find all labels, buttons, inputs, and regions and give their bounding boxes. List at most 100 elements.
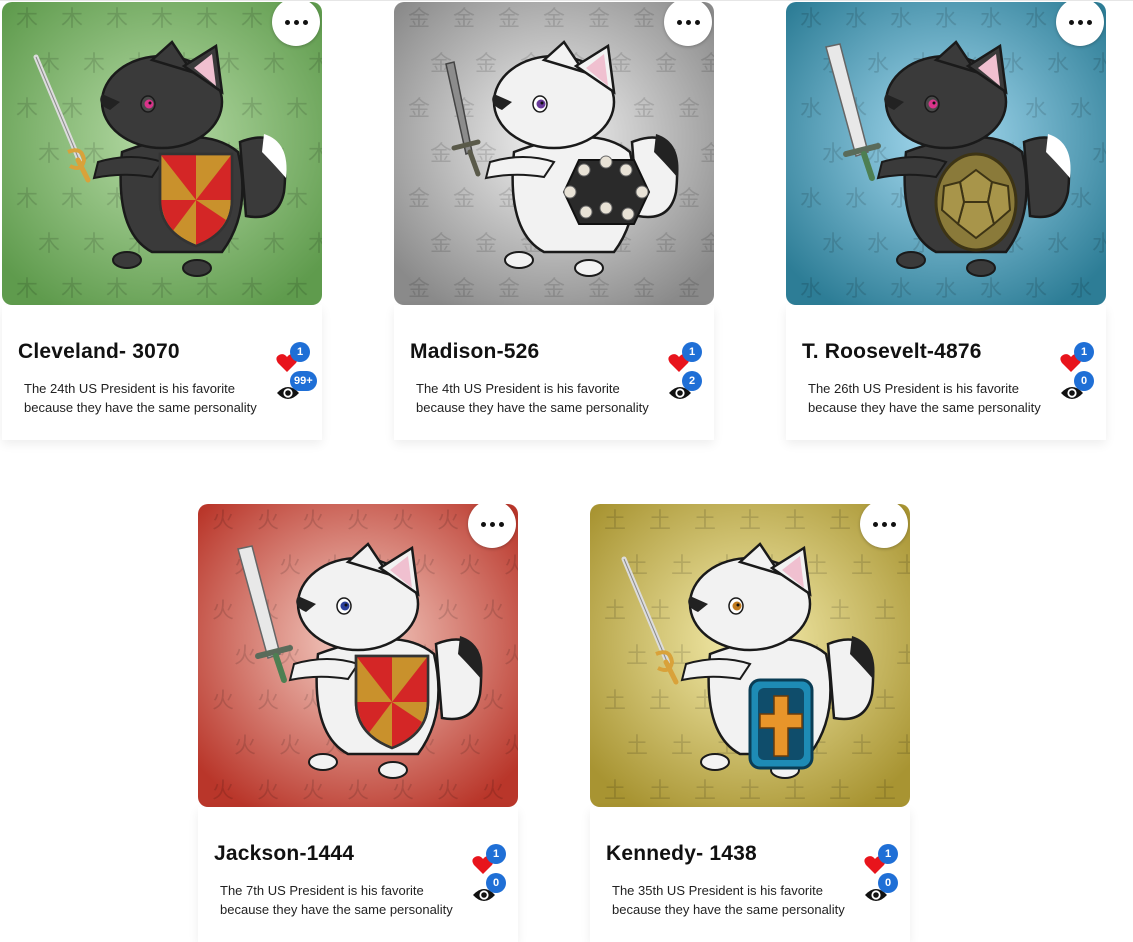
svg-text:木: 木 [241, 277, 263, 302]
card-title[interactable]: Madison-526 [410, 340, 539, 364]
svg-text:土: 土 [874, 599, 896, 624]
svg-text:木: 木 [16, 187, 38, 212]
card-details: T. Roosevelt-4876 The 26th US President i… [786, 305, 1106, 440]
svg-text:火: 火 [504, 734, 518, 759]
svg-text:土: 土 [851, 554, 873, 579]
svg-text:火: 火 [504, 644, 518, 669]
svg-text:木: 木 [308, 232, 322, 257]
card-title[interactable]: Cleveland- 3070 [18, 340, 180, 364]
card-description: The 26th US President is his favorite be… [808, 381, 1041, 415]
svg-text:土: 土 [874, 689, 896, 714]
svg-text:水: 水 [935, 7, 957, 32]
nft-card[interactable]: 金金金金金金金金金金金金金金金金金金金金金金金金金金金金金金金金金金金金金金金金… [394, 2, 714, 440]
svg-text:金: 金 [408, 277, 430, 302]
svg-text:水: 水 [800, 97, 822, 122]
nft-image[interactable]: 木木木木木木木木木木木木木木木木木木木木木木木木木木木木木木木木木木木木木木木木… [2, 2, 322, 305]
svg-text:土: 土 [784, 509, 806, 534]
svg-text:金: 金 [475, 232, 497, 257]
svg-text:火: 火 [279, 734, 301, 759]
card-title[interactable]: Kennedy- 1438 [606, 842, 757, 866]
svg-text:土: 土 [604, 599, 626, 624]
svg-text:火: 火 [234, 734, 256, 759]
svg-text:金: 金 [430, 232, 452, 257]
svg-text:火: 火 [279, 554, 301, 579]
like-count-badge: 1 [682, 342, 702, 362]
svg-text:木: 木 [263, 232, 285, 257]
svg-text:火: 火 [459, 554, 481, 579]
svg-text:金: 金 [475, 52, 497, 77]
svg-text:土: 土 [626, 644, 648, 669]
svg-text:木: 木 [308, 52, 322, 77]
cross-shield-icon [748, 678, 814, 770]
svg-text:金: 金 [655, 232, 677, 257]
nft-card[interactable]: 火火火火火火火火火火火火火火火火火火火火火火火火火火火火火火火火火火火火火火火火… [198, 504, 518, 942]
like-count-badge: 1 [486, 844, 506, 864]
svg-text:土: 土 [784, 779, 806, 804]
svg-text:火: 火 [212, 689, 234, 714]
svg-text:土: 土 [739, 779, 761, 804]
svg-text:土: 土 [829, 509, 851, 534]
svg-text:水: 水 [1002, 52, 1024, 77]
like-count-badge: 1 [290, 342, 310, 362]
svg-text:木: 木 [286, 187, 308, 212]
svg-text:土: 土 [649, 509, 671, 534]
svg-text:金: 金 [453, 7, 475, 32]
svg-text:金: 金 [633, 97, 655, 122]
svg-text:火: 火 [504, 554, 518, 579]
svg-text:水: 水 [1025, 277, 1047, 302]
svg-text:金: 金 [700, 142, 714, 167]
svg-text:火: 火 [212, 509, 234, 534]
svg-text:水: 水 [1047, 52, 1069, 77]
svg-text:水: 水 [1047, 232, 1069, 257]
view-count-badge: 0 [1074, 371, 1094, 391]
svg-text:金: 金 [543, 277, 565, 302]
svg-text:金: 金 [408, 187, 430, 212]
svg-text:木: 木 [106, 277, 128, 302]
svg-text:木: 木 [106, 7, 128, 32]
nft-image[interactable]: 金金金金金金金金金金金金金金金金金金金金金金金金金金金金金金金金金金金金金金金金… [394, 2, 714, 305]
svg-text:金: 金 [655, 52, 677, 77]
svg-text:木: 木 [38, 232, 60, 257]
svg-text:火: 火 [437, 599, 459, 624]
svg-text:金: 金 [633, 277, 655, 302]
svg-text:金: 金 [453, 187, 475, 212]
nft-card[interactable]: 水水水水水水水水水水水水水水水水水水水水水水水水水水水水水水水水水水水水水水水水… [786, 2, 1106, 440]
svg-text:木: 木 [241, 97, 263, 122]
svg-text:木: 木 [38, 142, 60, 167]
svg-text:土: 土 [626, 734, 648, 759]
svg-text:土: 土 [604, 689, 626, 714]
svg-text:火: 火 [392, 509, 414, 534]
card-title[interactable]: T. Roosevelt-4876 [802, 340, 982, 364]
card-title[interactable]: Jackson-1444 [214, 842, 354, 866]
more-horizontal-icon [676, 19, 682, 25]
svg-text:水: 水 [867, 52, 889, 77]
more-horizontal-icon [284, 19, 290, 25]
card-details: Kennedy- 1438 The 35th US President is hi… [590, 807, 910, 942]
svg-text:土: 土 [739, 509, 761, 534]
svg-text:金: 金 [408, 7, 430, 32]
svg-text:火: 火 [302, 779, 324, 804]
turtle-shell-icon [934, 152, 1018, 252]
svg-text:水: 水 [845, 187, 867, 212]
svg-text:火: 火 [482, 779, 504, 804]
card-description: The 24th US President is his favorite be… [24, 381, 257, 415]
svg-text:土: 土 [829, 779, 851, 804]
nft-image[interactable]: 水水水水水水水水水水水水水水水水水水水水水水水水水水水水水水水水水水水水水水水水… [786, 2, 1106, 305]
svg-text:木: 木 [308, 142, 322, 167]
nft-card[interactable]: 木木木木木木木木木木木木木木木木木木木木木木木木木木木木木木木木木木木木木木木木… [2, 2, 322, 440]
svg-text:水: 水 [1070, 187, 1092, 212]
nft-image[interactable]: 土土土土土土土土土土土土土土土土土土土土土土土土土土土土土土土土土土土土土土土土… [590, 504, 910, 807]
svg-text:水: 水 [980, 277, 1002, 302]
svg-text:火: 火 [437, 779, 459, 804]
nft-image[interactable]: 火火火火火火火火火火火火火火火火火火火火火火火火火火火火火火火火火火火火火火火火… [198, 504, 518, 807]
nft-card[interactable]: 土土土土土土土土土土土土土土土土土土土土土土土土土土土土土土土土土土土土土土土土… [590, 504, 910, 942]
svg-text:水: 水 [800, 277, 822, 302]
svg-text:金: 金 [678, 187, 700, 212]
view-count-badge: 2 [682, 371, 702, 391]
svg-text:木: 木 [61, 7, 83, 32]
card-details: Madison-526 The 4th US President is his f… [394, 305, 714, 440]
svg-text:土: 土 [806, 554, 828, 579]
svg-text:火: 火 [257, 689, 279, 714]
svg-text:金: 金 [700, 52, 714, 77]
svg-text:土: 土 [671, 554, 693, 579]
